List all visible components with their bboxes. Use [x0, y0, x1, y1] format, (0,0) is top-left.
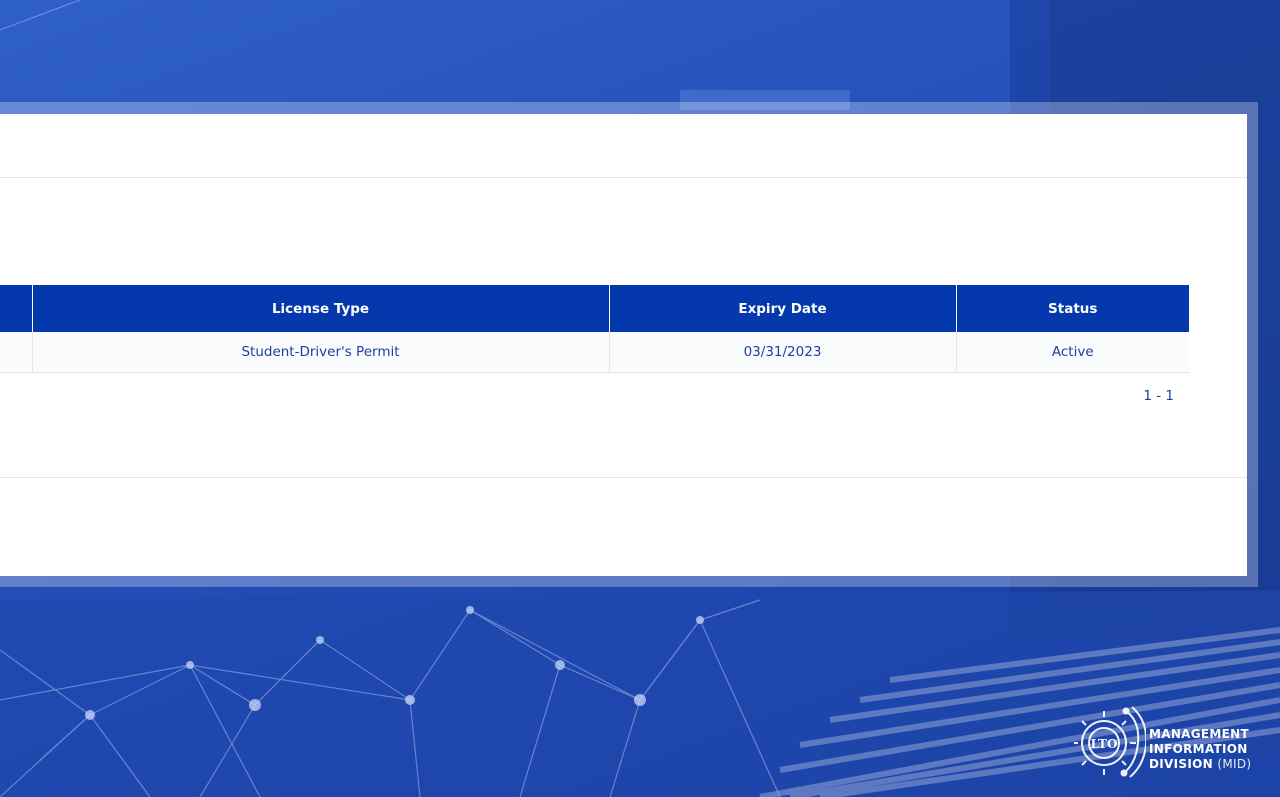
column-header-license-type[interactable]: License Type [31, 285, 609, 332]
logo-line-division-row: DIVISION (MID) [1149, 757, 1251, 772]
table-row[interactable]: Student-Driver's Permit 03/31/2023 Activ… [0, 332, 1189, 373]
license-table: License Type Expiry Date Status Student-… [0, 285, 1189, 373]
pagination-range: 1 - 1 [1143, 388, 1174, 404]
card-header [0, 114, 1247, 178]
cell-status: Active [955, 332, 1189, 373]
logo-line-mid: (MID) [1217, 757, 1252, 771]
logo-line-division: DIVISION [1149, 757, 1213, 771]
cell-expiry-date: 03/31/2023 [608, 332, 956, 373]
results-card: License Type Expiry Date Status Student-… [0, 114, 1247, 576]
mid-logo: LTO MANAGEMENT INFORMATION DIVISION (MID… [1074, 703, 1264, 779]
lto-gear-seal-icon: LTO [1074, 706, 1146, 778]
card-footer-divider [0, 477, 1247, 478]
column-header-expiry-date[interactable]: Expiry Date [608, 285, 956, 332]
column-header-first [0, 285, 32, 332]
mid-logo-text: MANAGEMENT INFORMATION DIVISION (MID) [1149, 727, 1251, 772]
cell-first [0, 332, 32, 373]
table-header-row: License Type Expiry Date Status [0, 285, 1189, 332]
logo-line-management: MANAGEMENT [1149, 727, 1249, 741]
cell-license-type: Student-Driver's Permit [31, 332, 609, 373]
page-background: License Type Expiry Date Status Student-… [0, 0, 1280, 797]
seal-text: LTO [1091, 737, 1118, 751]
column-header-status[interactable]: Status [955, 285, 1189, 332]
logo-line-information: INFORMATION [1149, 742, 1248, 756]
